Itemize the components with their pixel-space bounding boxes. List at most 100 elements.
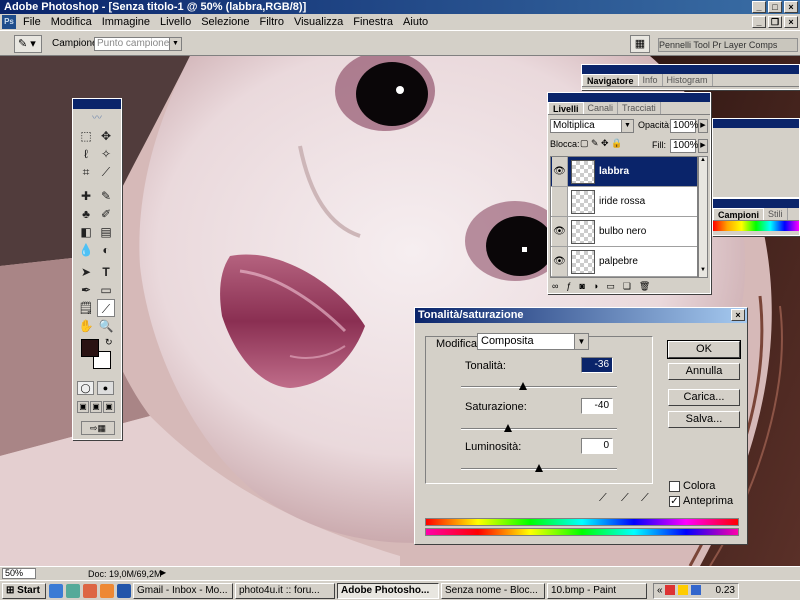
swap-colors-icon[interactable]: ↻ [105, 337, 113, 348]
eye-icon[interactable]: 👁 [552, 247, 568, 276]
link-layers-icon[interactable]: ∞ [552, 281, 558, 293]
menu-livello[interactable]: Livello [155, 16, 196, 28]
fill-field[interactable]: 100% [670, 139, 699, 153]
menu-selezione[interactable]: Selezione [196, 16, 254, 28]
menu-aiuto[interactable]: Aiuto [398, 16, 433, 28]
tab-campioni[interactable]: Campioni [713, 208, 765, 220]
edit-channel-select[interactable]: Composita ▼ [477, 333, 589, 350]
shape-tool-icon[interactable]: ▭ [97, 281, 115, 299]
eyedropper-plus-icon[interactable]: ⟋ [621, 492, 629, 505]
tab-stili[interactable]: Stili [764, 208, 788, 220]
clock[interactable]: 0.23 [716, 584, 735, 598]
tab-info[interactable]: Info [639, 74, 663, 86]
ok-button[interactable]: OK [667, 340, 741, 359]
cancel-button[interactable]: Annulla [668, 363, 740, 380]
new-group-icon[interactable]: ▭ [606, 281, 615, 293]
save-button[interactable]: Salva... [668, 411, 740, 428]
lightness-slider[interactable] [461, 464, 617, 472]
standard-mode-icon[interactable]: ◯ [77, 381, 94, 395]
task-photoshop[interactable]: Adobe Photosho... [337, 582, 439, 599]
eye-hidden-icon[interactable] [552, 187, 568, 216]
preview-checkbox[interactable]: ✓ [669, 496, 680, 507]
hue-input[interactable]: -36 [581, 357, 613, 373]
swatches-panel-header[interactable] [713, 199, 799, 208]
menu-immagine[interactable]: Immagine [97, 16, 155, 28]
tray-icon[interactable] [665, 584, 676, 595]
gradient-tool-icon[interactable]: ▤ [97, 223, 115, 241]
screen-mode-full-icon[interactable]: ▣ [103, 401, 115, 413]
healing-brush-tool-icon[interactable]: ✚ [77, 187, 95, 205]
tab-navigatore[interactable]: Navigatore [582, 74, 639, 86]
type-tool-icon[interactable]: T [97, 263, 115, 281]
hue-slider[interactable] [461, 382, 617, 390]
scroll-down-icon[interactable]: ▼ [699, 267, 707, 277]
brush-tool-icon[interactable]: ✎ [97, 187, 115, 205]
window-titlebar[interactable]: Adobe Photoshop - [Senza titolo-1 @ 50% … [0, 0, 800, 14]
path-select-tool-icon[interactable]: ➤ [77, 263, 95, 281]
tab-livelli[interactable]: Livelli [548, 102, 584, 114]
tray-icon[interactable] [678, 584, 689, 595]
layer-row-labbra[interactable]: 👁 labbra [551, 157, 697, 187]
magic-wand-tool-icon[interactable]: ✧ [97, 145, 115, 163]
hand-tool-icon[interactable]: ✋ [77, 317, 95, 335]
task-photo4u[interactable]: photo4u.it :: foru... [235, 582, 335, 599]
ie-icon[interactable] [49, 583, 63, 598]
palette-well-tabs[interactable]: Pennelli Tool Pr Layer Comps [658, 38, 798, 52]
hue-slider-thumb[interactable] [519, 382, 528, 390]
eye-icon[interactable]: 👁 [552, 217, 568, 246]
tab-canali[interactable]: Canali [584, 102, 619, 114]
doc-close-button[interactable]: × [784, 16, 798, 28]
palette-well-icon[interactable]: ▦ [630, 35, 650, 53]
navigator-panel-header[interactable] [582, 65, 799, 74]
zoom-field[interactable]: 50% [2, 568, 36, 579]
foreground-color-swatch[interactable] [81, 339, 99, 357]
trash-icon[interactable]: 🗑 [639, 281, 650, 293]
saturation-input[interactable]: -40 [581, 398, 613, 414]
dialog-close-icon[interactable]: × [731, 309, 745, 321]
eye-icon[interactable]: 👁 [552, 157, 568, 186]
firefox-icon[interactable] [100, 583, 114, 598]
crop-tool-icon[interactable]: ⌗ [77, 163, 95, 181]
new-layer-icon[interactable]: ❏ [623, 281, 631, 293]
saturation-slider-thumb[interactable] [503, 424, 512, 432]
menu-filtro[interactable]: Filtro [255, 16, 289, 28]
slice-tool-icon[interactable]: ⟋ [97, 163, 115, 181]
menu-modifica[interactable]: Modifica [46, 16, 97, 28]
task-notepad[interactable]: Senza nome - Bloc... [441, 582, 545, 599]
layer-row-bulbo-nero[interactable]: 👁 bulbo nero [551, 217, 697, 247]
start-button[interactable]: ⊞ Start [2, 582, 46, 599]
dodge-tool-icon[interactable]: ◐ [97, 241, 115, 259]
photoshop-icon[interactable]: Ps [2, 15, 16, 29]
jump-to-imageready-icon[interactable]: ⇨▦ [81, 421, 115, 435]
eyedropper-icon[interactable]: ⟋ [599, 492, 607, 505]
sample-select[interactable]: Punto campione ▼ [94, 37, 182, 51]
fill-arrow-icon[interactable]: ▶ [698, 139, 708, 153]
swatch-strip[interactable] [713, 221, 799, 231]
task-gmail[interactable]: Gmail - Inbox - Mo... [133, 582, 233, 599]
word-icon[interactable] [117, 583, 131, 598]
task-paint[interactable]: 10.bmp - Paint [547, 582, 647, 599]
status-arrow-icon[interactable]: ▶ [160, 568, 166, 577]
tab-histogram[interactable]: Histogram [663, 74, 713, 86]
tab-tracciati[interactable]: Tracciati [618, 102, 661, 114]
layers-panel-header[interactable] [548, 93, 710, 102]
pen-tool-icon[interactable]: ✒ [77, 281, 95, 299]
tray-expand-icon[interactable]: « [657, 585, 663, 596]
layer-style-icon[interactable]: ƒ [566, 281, 571, 293]
lock-icons[interactable]: ▢ ✎ ✥ 🔒 [580, 138, 622, 149]
lasso-tool-icon[interactable]: ℓ [77, 145, 95, 163]
lightness-input[interactable]: 0 [581, 438, 613, 454]
toolbox-header[interactable] [73, 99, 121, 109]
screen-mode-full-menu-icon[interactable]: ▣ [90, 401, 102, 413]
marquee-tool-icon[interactable]: ⬚ [77, 127, 95, 145]
history-brush-tool-icon[interactable]: ✐ [97, 205, 115, 223]
dialog-titlebar[interactable]: Tonalità/saturazione × [415, 308, 747, 323]
layers-scrollbar[interactable]: ▲ ▼ [698, 156, 708, 278]
menu-file[interactable]: File [18, 16, 46, 28]
eraser-tool-icon[interactable]: ◧ [77, 223, 95, 241]
opacity-arrow-icon[interactable]: ▶ [698, 119, 708, 133]
adjustment-layer-icon[interactable]: ◑ [593, 281, 598, 293]
screen-mode-standard-icon[interactable]: ▣ [77, 401, 89, 413]
minimize-button[interactable]: _ [752, 1, 766, 13]
layer-row-iride-rossa[interactable]: iride rossa [551, 187, 697, 217]
